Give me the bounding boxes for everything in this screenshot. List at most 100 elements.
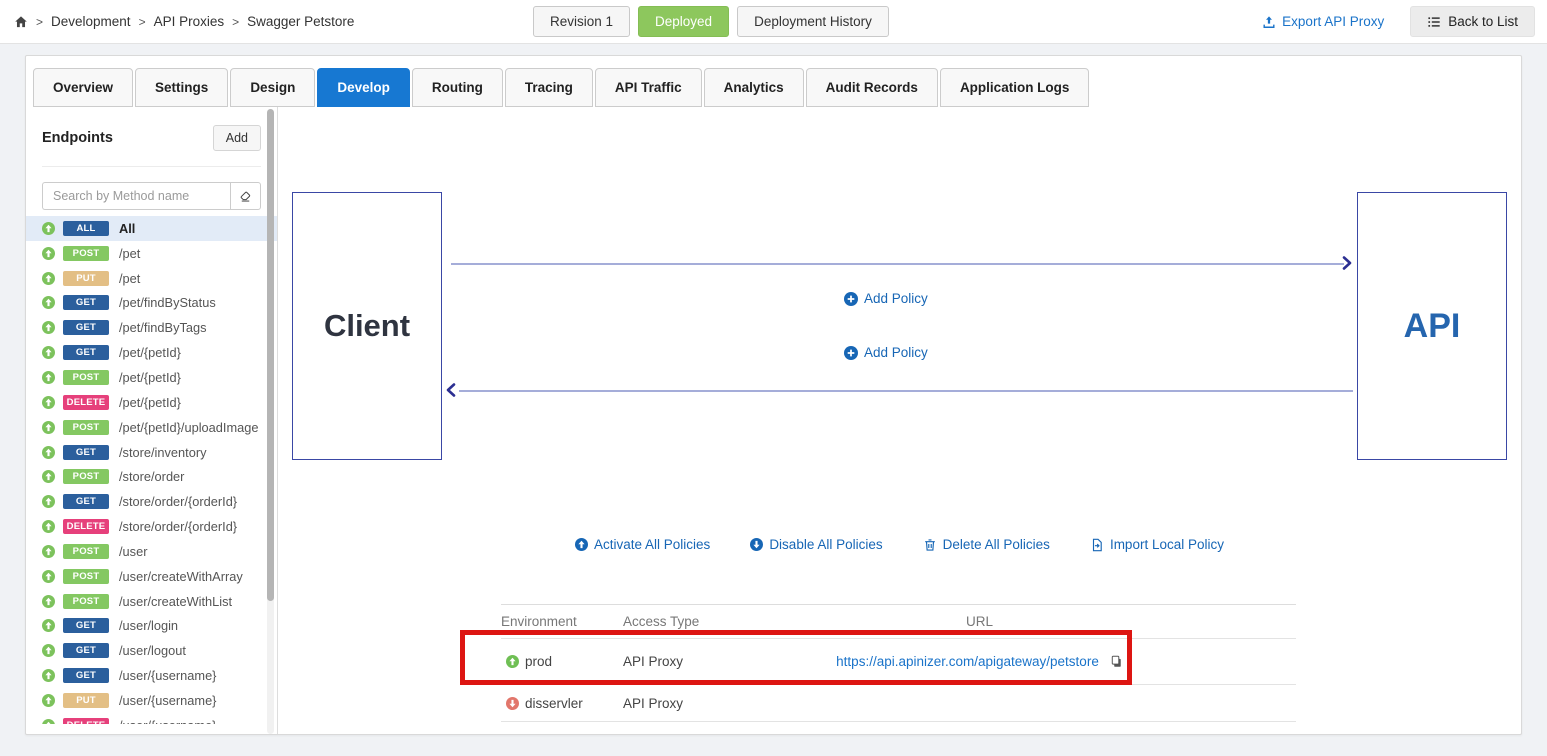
breadcrumb-item[interactable]: API Proxies <box>154 14 225 29</box>
endpoint-path: /pet/findByTags <box>119 320 207 335</box>
tab-api-traffic[interactable]: API Traffic <box>595 68 702 107</box>
revision-button[interactable]: Revision 1 <box>533 6 630 37</box>
deployed-status-button[interactable]: Deployed <box>638 6 729 37</box>
activate-endpoint-icon[interactable] <box>42 371 55 384</box>
activate-endpoint-icon[interactable] <box>42 321 55 334</box>
endpoint-item[interactable]: GET /pet/{petId} <box>26 340 277 365</box>
endpoint-item[interactable]: DELETE /user/{username} <box>26 713 277 724</box>
sidebar-divider <box>42 166 261 167</box>
sidebar-scrollbar[interactable] <box>267 109 274 734</box>
status-up-icon[interactable] <box>506 655 519 668</box>
activate-endpoint-icon[interactable] <box>42 247 55 260</box>
activate-endpoint-icon[interactable] <box>42 495 55 508</box>
endpoint-path: /pet/{petId} <box>119 370 181 385</box>
activate-endpoint-icon[interactable] <box>42 520 55 533</box>
breadcrumb-separator: > <box>36 15 43 29</box>
proxy-url-link[interactable]: https://api.apinizer.com/apigateway/pets… <box>836 654 1099 669</box>
endpoint-item[interactable]: POST /user/createWithList <box>26 589 277 614</box>
endpoint-item[interactable]: GET /store/inventory <box>26 440 277 465</box>
home-icon[interactable] <box>14 15 28 29</box>
endpoint-item[interactable]: GET /user/logout <box>26 638 277 663</box>
endpoint-path: /user/{username} <box>119 693 216 708</box>
environment-table: EnvironmentAccess TypeURL prod API Proxy… <box>501 604 1296 722</box>
method-badge: PUT <box>63 271 109 286</box>
endpoint-path: /pet/{petId} <box>119 395 181 410</box>
tab-design[interactable]: Design <box>230 68 315 107</box>
endpoint-item[interactable]: POST /store/order <box>26 464 277 489</box>
activate-endpoint-icon[interactable] <box>42 421 55 434</box>
endpoint-item[interactable]: GET /store/order/{orderId} <box>26 489 277 514</box>
clear-search-button[interactable] <box>230 182 261 210</box>
table-header-row: EnvironmentAccess TypeURL <box>501 605 1296 639</box>
plus-circle-icon <box>844 346 858 360</box>
breadcrumb-item[interactable]: Development <box>51 14 131 29</box>
endpoint-item[interactable]: GET /user/{username} <box>26 663 277 688</box>
endpoints-sidebar: Endpoints Add ALL All POST /pet <box>26 107 278 734</box>
activate-endpoint-icon[interactable] <box>42 694 55 707</box>
tab-settings[interactable]: Settings <box>135 68 228 107</box>
activate-endpoint-icon[interactable] <box>42 396 55 409</box>
activate-endpoint-icon[interactable] <box>42 272 55 285</box>
environment-name: prod <box>525 654 552 669</box>
activate-endpoint-icon[interactable] <box>42 570 55 583</box>
endpoint-item[interactable]: GET /pet/findByStatus <box>26 291 277 316</box>
deployment-history-button[interactable]: Deployment History <box>737 6 889 37</box>
activate-endpoint-icon[interactable] <box>42 222 55 235</box>
disable-all-policies-link[interactable]: Disable All Policies <box>750 537 882 552</box>
activate-endpoint-icon[interactable] <box>42 470 55 483</box>
add-endpoint-button[interactable]: Add <box>213 125 261 151</box>
endpoints-title: Endpoints <box>42 130 113 146</box>
activate-icon <box>575 538 588 551</box>
back-to-list-button[interactable]: Back to List <box>1410 6 1535 37</box>
copy-icon[interactable] <box>1110 655 1123 668</box>
activate-all-policies-link[interactable]: Activate All Policies <box>575 537 710 552</box>
endpoint-item[interactable]: POST /pet/{petId} <box>26 365 277 390</box>
tab-tracing[interactable]: Tracing <box>505 68 593 107</box>
activate-endpoint-icon[interactable] <box>42 644 55 657</box>
client-label: Client <box>324 308 410 344</box>
endpoint-item[interactable]: GET /user/login <box>26 614 277 639</box>
endpoint-item[interactable]: PUT /user/{username} <box>26 688 277 713</box>
endpoint-item[interactable]: GET /pet/findByTags <box>26 315 277 340</box>
tab-application-logs[interactable]: Application Logs <box>940 68 1090 107</box>
activate-endpoint-icon[interactable] <box>42 719 55 724</box>
tab-analytics[interactable]: Analytics <box>704 68 804 107</box>
endpoint-item[interactable]: DELETE /store/order/{orderId} <box>26 514 277 539</box>
endpoint-item[interactable]: DELETE /pet/{petId} <box>26 390 277 415</box>
method-badge: POST <box>63 469 109 484</box>
tab-audit-records[interactable]: Audit Records <box>806 68 938 107</box>
tab-develop[interactable]: Develop <box>317 68 410 107</box>
endpoint-item[interactable]: ALL All <box>26 216 277 241</box>
activate-endpoint-icon[interactable] <box>42 296 55 309</box>
upload-icon <box>1262 15 1276 29</box>
tab-routing[interactable]: Routing <box>412 68 503 107</box>
activate-endpoint-icon[interactable] <box>42 545 55 558</box>
activate-endpoint-icon[interactable] <box>42 669 55 682</box>
add-policy-response-link[interactable]: Add Policy <box>844 345 928 360</box>
method-badge: GET <box>63 295 109 310</box>
endpoint-item[interactable]: POST /user/createWithArray <box>26 564 277 589</box>
method-badge: POST <box>63 246 109 261</box>
delete-all-policies-link[interactable]: Delete All Policies <box>923 537 1050 552</box>
export-api-proxy-link[interactable]: Export API Proxy <box>1262 14 1384 29</box>
status-down-icon[interactable] <box>506 697 519 710</box>
import-local-policy-link[interactable]: Import Local Policy <box>1090 537 1224 552</box>
activate-endpoint-icon[interactable] <box>42 446 55 459</box>
activate-endpoint-icon[interactable] <box>42 619 55 632</box>
method-badge: GET <box>63 643 109 658</box>
tab-overview[interactable]: Overview <box>33 68 133 107</box>
activate-endpoint-icon[interactable] <box>42 346 55 359</box>
activate-endpoint-icon[interactable] <box>42 595 55 608</box>
add-policy-request-link[interactable]: Add Policy <box>844 291 928 306</box>
endpoint-item[interactable]: POST /user <box>26 539 277 564</box>
breadcrumb-separator: > <box>232 15 239 29</box>
endpoint-item[interactable]: POST /pet/{petId}/uploadImage <box>26 415 277 440</box>
endpoint-item[interactable]: POST /pet <box>26 241 277 266</box>
breadcrumb-separator: > <box>139 15 146 29</box>
endpoint-item[interactable]: PUT /pet <box>26 266 277 291</box>
method-badge: POST <box>63 569 109 584</box>
endpoint-search-input[interactable] <box>42 182 230 210</box>
scrollbar-thumb[interactable] <box>267 109 274 601</box>
endpoint-path: /store/order <box>119 469 184 484</box>
column-header-access-type: Access Type <box>623 614 833 629</box>
